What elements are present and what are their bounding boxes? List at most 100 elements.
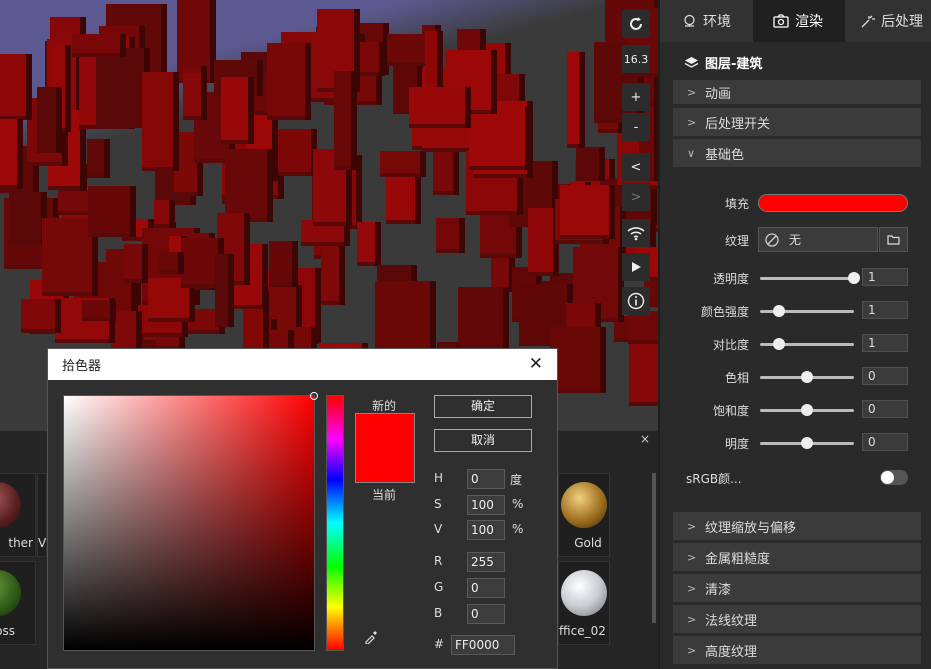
- building: [225, 149, 273, 222]
- section-label: 基础色: [705, 147, 745, 163]
- v-input[interactable]: 100: [467, 520, 505, 540]
- hue-slider[interactable]: [326, 395, 344, 651]
- section-normal-texture[interactable]: > 法线纹理: [673, 605, 921, 633]
- slider-value-input[interactable]: 0: [862, 400, 908, 418]
- slider-value-input[interactable]: 1: [862, 334, 908, 352]
- building: [560, 184, 616, 240]
- none-icon: [765, 232, 779, 247]
- cancel-button[interactable]: 取消: [434, 429, 532, 452]
- texture-label: 纹理: [724, 234, 749, 248]
- info-icon[interactable]: [622, 287, 650, 315]
- play-icon[interactable]: [622, 253, 650, 281]
- chevron-down-icon: ∨: [687, 146, 696, 160]
- slider-knob[interactable]: [772, 305, 785, 317]
- material-item[interactable]: V: [37, 473, 47, 557]
- fill-row: 填充: [673, 188, 921, 218]
- section-texture-scale[interactable]: > 纹理缩放与偏移: [673, 512, 921, 540]
- library-close-button[interactable]: ×: [640, 432, 650, 446]
- slider-knob[interactable]: [801, 437, 813, 449]
- building: [374, 280, 437, 355]
- section-label: 法线纹理: [705, 613, 758, 629]
- slider-knob[interactable]: [772, 338, 785, 350]
- building: [88, 186, 136, 238]
- current-label: 当前: [372, 488, 397, 502]
- srgb-toggle[interactable]: [880, 470, 908, 485]
- r-input[interactable]: 255: [467, 552, 505, 572]
- building: [0, 54, 33, 120]
- slider-row: 透明度 1: [673, 263, 921, 293]
- slider-label: 饱和度: [712, 404, 749, 418]
- b-input[interactable]: 0: [467, 604, 505, 624]
- refresh-icon[interactable]: [622, 10, 650, 38]
- g-label: G: [434, 580, 444, 594]
- dialog-title-bar[interactable]: 拾色器: [48, 349, 557, 380]
- new-label: 新的: [372, 399, 397, 413]
- material-label: ther: [8, 536, 33, 550]
- prev-button[interactable]: <: [622, 153, 650, 181]
- fill-color-button[interactable]: [758, 194, 908, 212]
- material-label: oss: [0, 624, 15, 638]
- layers-icon: [684, 56, 699, 68]
- wifi-icon[interactable]: [622, 219, 650, 247]
- folder-icon[interactable]: [879, 227, 908, 252]
- h-input[interactable]: 0: [467, 469, 505, 489]
- section-height-texture[interactable]: > 高度纹理: [673, 636, 921, 664]
- material-item[interactable]: oss: [0, 561, 36, 645]
- slider-knob[interactable]: [801, 404, 813, 416]
- section-animation[interactable]: > 动画: [673, 80, 921, 104]
- material-label: Gold: [574, 536, 602, 550]
- layer-title-text: 图层-建筑: [705, 57, 763, 72]
- new-color-swatch: [355, 413, 415, 483]
- slider-value-input[interactable]: 0: [862, 367, 908, 385]
- chevron-right-icon: >: [687, 550, 697, 564]
- tab-environment[interactable]: 环境: [660, 0, 752, 42]
- building: [124, 243, 148, 283]
- slider-label: 明度: [724, 437, 749, 451]
- material-item[interactable]: Gold: [558, 473, 610, 557]
- building: [214, 254, 234, 328]
- eyedropper-icon[interactable]: [364, 630, 378, 648]
- section-label: 动画: [705, 86, 732, 102]
- building: [153, 200, 175, 228]
- building: [20, 298, 61, 334]
- building: [36, 86, 62, 153]
- slider-value-input[interactable]: 1: [862, 268, 908, 286]
- building: [386, 172, 422, 225]
- material-item[interactable]: ther: [0, 473, 36, 557]
- tab-render[interactable]: 渲染: [753, 0, 845, 42]
- section-clearcoat[interactable]: > 清漆: [673, 574, 921, 602]
- sv-cursor[interactable]: [310, 392, 318, 400]
- zoom-out-button[interactable]: -: [622, 113, 650, 141]
- texture-select[interactable]: 无: [758, 227, 878, 252]
- slider-value-input[interactable]: 0: [862, 433, 908, 451]
- saturation-value-area[interactable]: [63, 392, 318, 651]
- library-scrollbar[interactable]: [652, 473, 656, 623]
- s-input[interactable]: 100: [467, 495, 505, 515]
- zoom-in-button[interactable]: +: [622, 83, 650, 111]
- srgb-label: sRGB颜...: [686, 472, 742, 486]
- building: [576, 146, 606, 182]
- section-label: 高度纹理: [705, 644, 758, 660]
- hex-label: #: [434, 637, 445, 651]
- slider-value-input[interactable]: 1: [862, 301, 908, 319]
- tab-postprocess[interactable]: 后处理: [846, 0, 931, 42]
- material-item[interactable]: ffice_02: [558, 561, 610, 645]
- slider-track[interactable]: [760, 277, 854, 280]
- ok-button[interactable]: 确定: [434, 395, 532, 418]
- g-input[interactable]: 0: [467, 578, 505, 598]
- next-button[interactable]: >: [622, 183, 650, 211]
- building: [268, 240, 299, 288]
- section-metal-roughness[interactable]: > 金属粗糙度: [673, 543, 921, 571]
- slider-label: 透明度: [712, 272, 749, 286]
- close-icon[interactable]: ✕: [529, 354, 543, 374]
- slider-knob[interactable]: [801, 371, 813, 383]
- building: [357, 222, 381, 266]
- building: [627, 310, 658, 345]
- section-base-color[interactable]: ∨ 基础色: [673, 139, 921, 167]
- slider-knob[interactable]: [848, 272, 860, 284]
- hex-input[interactable]: FF0000: [451, 635, 515, 655]
- chevron-right-icon: >: [687, 581, 697, 595]
- material-label: ffice_02: [559, 624, 606, 638]
- section-postprocess-switch[interactable]: > 后处理开关: [673, 108, 921, 136]
- building: [141, 71, 179, 171]
